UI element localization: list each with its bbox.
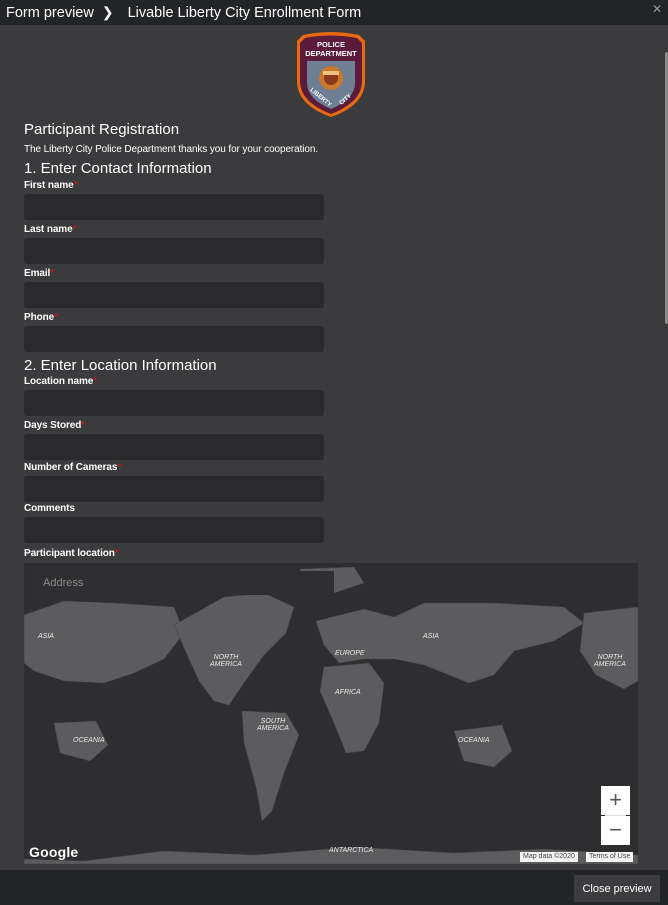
breadcrumb-root[interactable]: Form preview bbox=[6, 5, 94, 21]
email-input[interactable] bbox=[24, 282, 324, 308]
map-label-africa: AFRICA bbox=[335, 689, 361, 696]
police-badge-logo: POLICE DEPARTMENT LIBERTY CITY bbox=[297, 32, 365, 117]
terms-of-use-link[interactable]: Terms of Use bbox=[586, 852, 634, 862]
first-name-label: First name* bbox=[24, 180, 78, 191]
zoom-in-button[interactable]: + bbox=[601, 786, 630, 815]
map-label-south-america: SOUTH AMERICA bbox=[257, 718, 289, 732]
map-label-oceania-right: OCEANIA bbox=[458, 737, 490, 744]
comments-input[interactable] bbox=[24, 517, 324, 543]
number-of-cameras-input[interactable] bbox=[24, 476, 324, 502]
map-label-europe: EUROPE bbox=[335, 650, 365, 657]
comments-label: Comments bbox=[24, 503, 75, 514]
required-mark: * bbox=[72, 224, 77, 235]
form-preview-content: POLICE DEPARTMENT LIBERTY CITY Participa… bbox=[0, 25, 668, 870]
map-data-attribution[interactable]: Map data ©2020 bbox=[520, 852, 578, 862]
chevron-right-icon: ❯ bbox=[101, 4, 114, 20]
email-label: Email* bbox=[24, 268, 54, 279]
map-label-north-america-right: NORTH AMERICA bbox=[594, 654, 626, 668]
last-name-input[interactable] bbox=[24, 238, 324, 264]
address-search-input[interactable] bbox=[32, 571, 334, 595]
required-mark: * bbox=[81, 420, 86, 431]
phone-input[interactable] bbox=[24, 326, 324, 352]
map-label-asia-left: ASIA bbox=[38, 633, 54, 640]
map-label-oceania-left: OCEANIA bbox=[73, 737, 105, 744]
logo-text-police: POLICE bbox=[317, 40, 345, 49]
required-mark: * bbox=[93, 376, 98, 387]
required-mark: * bbox=[54, 312, 58, 323]
last-name-label: Last name* bbox=[24, 224, 77, 235]
map-label-north-america-left: NORTH AMERICA bbox=[210, 654, 242, 668]
participant-location-label: Participant location* bbox=[24, 548, 119, 559]
number-of-cameras-label: Number of Cameras* bbox=[24, 462, 122, 473]
logo-text-department: DEPARTMENT bbox=[305, 49, 357, 58]
preview-header: Form preview ❯ Livable Liberty City Enro… bbox=[0, 0, 668, 25]
location-name-label: Location name* bbox=[24, 376, 98, 387]
required-mark: * bbox=[50, 268, 54, 279]
world-map-svg bbox=[24, 566, 638, 864]
section-location-title: 2. Enter Location Information bbox=[24, 357, 217, 374]
required-mark: * bbox=[114, 548, 119, 559]
breadcrumb-current: Livable Liberty City Enrollment Form bbox=[127, 4, 362, 21]
required-mark: * bbox=[117, 462, 122, 473]
days-stored-input[interactable] bbox=[24, 434, 324, 460]
close-preview-button[interactable]: Close preview bbox=[574, 875, 660, 902]
location-name-input[interactable] bbox=[24, 390, 324, 416]
map-label-asia-right: ASIA bbox=[423, 633, 439, 640]
map-label-antarctica: ANTARCTICA bbox=[329, 847, 374, 854]
zoom-out-button[interactable]: − bbox=[601, 816, 630, 845]
required-mark: * bbox=[73, 180, 78, 191]
google-logo: Google bbox=[29, 844, 79, 860]
days-stored-label: Days Stored* bbox=[24, 420, 86, 431]
thanks-text: The Liberty City Police Department thank… bbox=[24, 144, 319, 155]
preview-footer: Close preview bbox=[0, 870, 668, 905]
location-map[interactable]: ASIA NORTH AMERICA EUROPE ASIA NORTH AMERI… bbox=[24, 563, 638, 864]
first-name-input[interactable] bbox=[24, 194, 324, 220]
close-icon[interactable]: ✕ bbox=[652, 2, 662, 16]
section-contact-title: 1. Enter Contact Information bbox=[24, 160, 212, 177]
form-title: Participant Registration bbox=[24, 121, 180, 138]
phone-label: Phone* bbox=[24, 312, 58, 323]
